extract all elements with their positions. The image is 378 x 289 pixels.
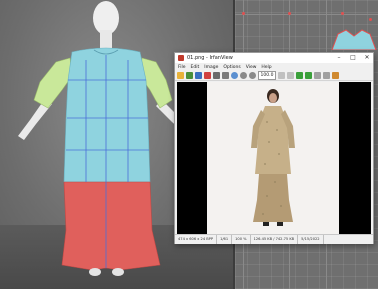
viewer-title: 01.png - IrfanView [187,55,233,61]
avatar-right-foot [112,268,124,276]
next-icon[interactable] [305,72,312,79]
first-icon[interactable] [314,72,321,79]
image-viewer-window[interactable]: 01.png - IrfanView – □ ✕ File Edit Image… [174,52,374,244]
slideshow-icon[interactable] [186,72,193,79]
zoom-in-icon[interactable] [240,72,247,79]
menu-image[interactable]: Image [204,65,218,70]
save-icon[interactable] [195,72,202,79]
last-icon[interactable] [323,72,330,79]
close-icon[interactable]: ✕ [363,54,371,62]
zoom-level-field[interactable]: 100.0 [258,71,276,80]
status-filesize: 126.45 KB / 742.75 KB [251,235,299,244]
pattern-piece[interactable] [330,22,378,50]
irfanview-icon [178,55,184,61]
rotate-left-icon[interactable] [278,72,285,79]
avatar-neck [100,30,112,50]
viewer-toolbar: 100.0 [175,71,373,81]
pattern-point[interactable] [341,12,344,15]
pattern-point[interactable] [288,12,291,15]
left-sleeve[interactable] [33,57,73,109]
maximize-icon[interactable]: □ [349,54,357,62]
pattern-point[interactable] [369,18,372,21]
menu-view[interactable]: View [246,65,257,70]
open-folder-icon[interactable] [177,72,184,79]
zoom-out-icon[interactable] [249,72,256,79]
avatar-head [93,1,119,35]
status-zoom: 100 % [232,235,251,244]
viewer-status-bar: 474 x 606 x 24 BPP 1/61 100 % 126.45 KB … [175,234,373,244]
settings-icon[interactable] [332,72,339,79]
pattern-guide-line [235,14,378,15]
viewer-menu-bar: File Edit Image Options View Help [175,63,373,71]
paste-icon[interactable] [222,72,229,79]
minimize-icon[interactable]: – [335,54,343,62]
menu-help[interactable]: Help [261,65,271,70]
photo-image [207,82,339,234]
menu-file[interactable]: File [178,65,186,70]
dress-bodice[interactable] [63,47,151,183]
info-icon[interactable] [231,72,238,79]
pattern-point[interactable] [242,12,245,15]
previous-icon[interactable] [296,72,303,79]
menu-options[interactable]: Options [223,65,240,70]
status-date: 5/15/2022 [298,235,324,244]
status-index: 1/61 [217,235,233,244]
model-photo [251,89,295,226]
dress-skirt[interactable] [61,181,161,271]
image-canvas[interactable] [177,82,371,234]
status-dimensions: 474 x 606 x 24 BPP [175,235,218,244]
viewer-title-bar[interactable]: 01.png - IrfanView – □ ✕ [175,53,373,63]
delete-icon[interactable] [204,72,211,79]
menu-edit[interactable]: Edit [191,65,200,70]
copy-icon[interactable] [213,72,220,79]
avatar-left-foot [89,268,101,276]
rotate-right-icon[interactable] [287,72,294,79]
